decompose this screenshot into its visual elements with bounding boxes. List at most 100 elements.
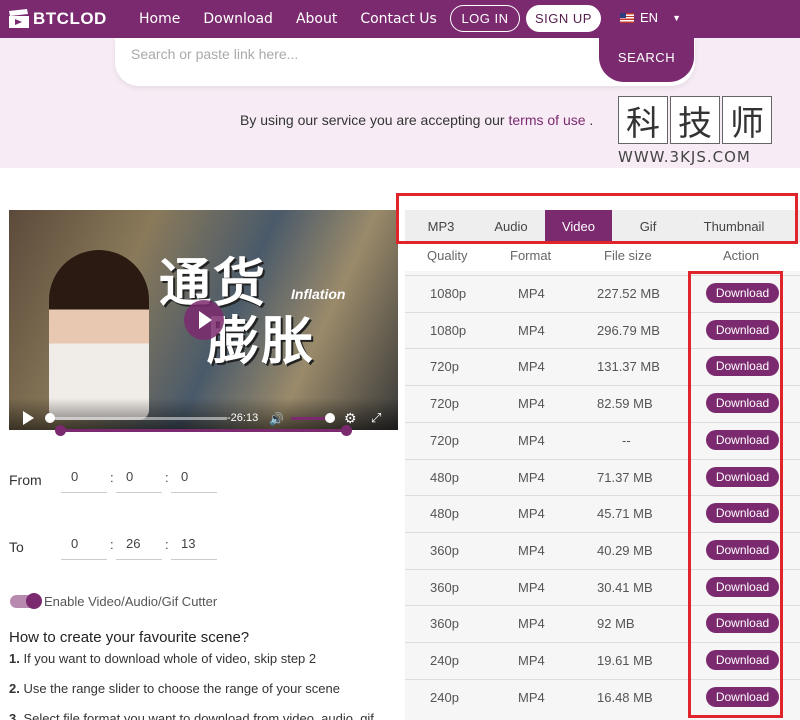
column-header-quality: Quality: [427, 248, 468, 263]
step-number: 1.: [9, 651, 20, 666]
colon: :: [110, 470, 114, 485]
video-controls: -26:13 🔊 ⚙ ⤢: [9, 398, 398, 430]
step-number: 3.: [9, 711, 20, 720]
terms-text: By using our service you are accepting o…: [240, 112, 505, 128]
howto-title: How to create your favourite scene?: [9, 629, 250, 646]
colon: :: [110, 537, 114, 552]
nav-contact[interactable]: Contact Us: [360, 11, 436, 27]
format-cell: MP4: [518, 542, 545, 558]
quality-cell: 1080p: [430, 286, 467, 301]
column-header-format: Format: [510, 248, 552, 263]
logo-text: BTCLOD: [33, 9, 107, 28]
to-hours-field[interactable]: [61, 528, 107, 560]
watermark-url: WWW.3KJS.COM: [618, 148, 751, 166]
to-minutes-field[interactable]: [116, 528, 162, 560]
format-cell: MP4: [518, 689, 545, 705]
filesize-cell: 19.61 MB: [597, 653, 653, 668]
seek-bar[interactable]: [47, 417, 227, 420]
howto-step: 2. Use the range slider to choose the ra…: [9, 681, 340, 696]
nav-download[interactable]: Download: [203, 11, 273, 27]
logo[interactable]: BTCLOD: [8, 4, 107, 34]
format-cell: MP4: [518, 432, 545, 448]
volume-icon[interactable]: 🔊: [269, 412, 284, 426]
step-number: 2.: [9, 681, 20, 696]
quality-cell: 360p: [430, 616, 459, 632]
volume-handle[interactable]: [325, 413, 335, 423]
search-button[interactable]: SEARCH: [599, 32, 694, 82]
from-label: From: [9, 472, 42, 488]
filesize-cell: --: [622, 432, 631, 448]
to-seconds-field[interactable]: [171, 528, 217, 560]
step-text: If you want to download whole of video, …: [19, 651, 317, 666]
filesize-cell: 296.79 MB: [597, 322, 660, 338]
filesize-cell: 16.48 MB: [597, 689, 653, 705]
format-cell: MP4: [518, 359, 545, 375]
format-cell: MP4: [518, 653, 545, 668]
highlight-box-tabs: [396, 193, 798, 244]
signup-button[interactable]: SIGN UP: [526, 5, 601, 32]
watermark: 科 技 师 WWW.3KJS.COM: [618, 96, 778, 166]
terms-notice: By using our service you are accepting o…: [240, 112, 593, 128]
filesize-cell: 82.59 MB: [597, 396, 653, 412]
main-nav: Home Download About Contact Us: [139, 0, 460, 38]
us-flag-icon: [620, 12, 634, 23]
format-cell: MP4: [518, 396, 545, 412]
login-button[interactable]: LOG IN: [450, 5, 520, 32]
step-text: Use the range slider to choose the range…: [19, 681, 340, 696]
quality-cell: 240p: [430, 689, 459, 705]
video-title-en: Inflation: [291, 286, 346, 302]
format-cell: MP4: [518, 616, 545, 632]
language-label: EN: [640, 10, 659, 25]
from-hours-field[interactable]: [61, 461, 107, 493]
filesize-cell: 227.52 MB: [597, 286, 660, 301]
filesize-cell: 71.37 MB: [597, 469, 653, 485]
quality-cell: 720p: [430, 432, 459, 448]
howto-step: 1. If you want to download whole of vide…: [9, 651, 316, 666]
play-icon[interactable]: [184, 300, 224, 340]
nav-home[interactable]: Home: [139, 11, 180, 27]
range-start-handle[interactable]: [55, 425, 66, 436]
video-title-cn: 通货 膨胀: [159, 255, 315, 371]
seek-handle[interactable]: [45, 413, 55, 423]
quality-cell: 1080p: [430, 322, 467, 338]
format-cell: MP4: [518, 286, 545, 301]
filesize-cell: 92 MB: [597, 616, 635, 632]
format-cell: MP4: [518, 322, 545, 338]
nav-about[interactable]: About: [296, 11, 337, 27]
quality-cell: 720p: [430, 359, 459, 375]
howto-step: 3. Select file format you want to downlo…: [9, 711, 374, 720]
from-minutes-field[interactable]: [116, 461, 162, 493]
terms-suffix: .: [589, 112, 594, 128]
column-header-filesize: File size: [604, 248, 652, 263]
quality-cell: 480p: [430, 469, 459, 485]
video-player[interactable]: 通货 膨胀 Inflation -26:13 🔊 ⚙ ⤢: [9, 210, 398, 430]
filesize-cell: 40.29 MB: [597, 542, 653, 558]
video-title-line2: 膨胀: [207, 312, 316, 372]
filesize-cell: 131.37 MB: [597, 359, 660, 375]
range-slider-track[interactable]: [60, 429, 346, 432]
play-button-icon[interactable]: [23, 411, 34, 425]
quality-cell: 480p: [430, 506, 459, 522]
chevron-down-icon: ▼: [672, 12, 681, 23]
from-seconds-field[interactable]: [171, 461, 217, 493]
format-cell: MP4: [518, 469, 545, 485]
format-cell: MP4: [518, 579, 545, 595]
step-text: Select file format you want to download …: [19, 711, 374, 720]
watermark-char: 技: [670, 96, 720, 144]
format-cell: MP4: [518, 506, 545, 522]
filesize-cell: 30.41 MB: [597, 579, 653, 595]
time-remaining: -26:13: [227, 412, 259, 424]
range-end-handle[interactable]: [341, 425, 352, 436]
fullscreen-icon[interactable]: ⤢: [371, 410, 381, 426]
filesize-cell: 45.71 MB: [597, 506, 653, 522]
column-header-action: Action: [723, 248, 760, 263]
language-selector[interactable]: EN ▼: [620, 10, 681, 25]
watermark-char: 师: [722, 96, 772, 144]
quality-cell: 240p: [430, 653, 459, 668]
cutter-toggle[interactable]: [10, 593, 42, 609]
terms-link[interactable]: terms of use: [508, 112, 585, 128]
search-input[interactable]: [131, 46, 571, 62]
quality-cell: 720p: [430, 396, 459, 412]
highlight-box-download-column: [688, 271, 783, 718]
colon: :: [165, 470, 169, 485]
